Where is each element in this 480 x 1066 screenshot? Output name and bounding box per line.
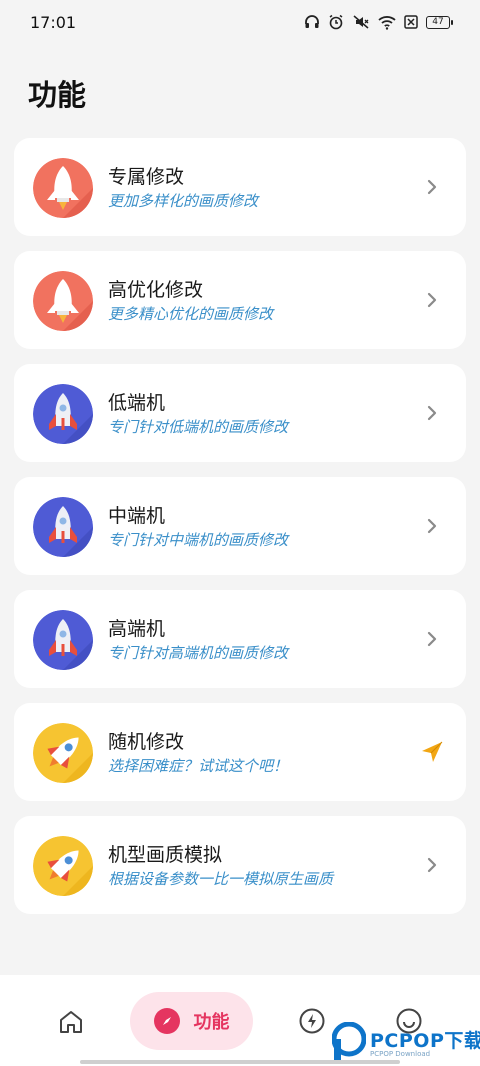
card-high-end[interactable]: 高端机 专门针对高端机的画质修改 <box>14 590 466 688</box>
card-title: 中端机 <box>108 505 166 527</box>
card-text: 随机修改 选择困难症？试试这个吧！ <box>108 729 288 777</box>
card-subtitle: 更多精心优化的画质修改 <box>108 305 274 323</box>
pcpop-logo-icon <box>331 1021 367 1062</box>
chevron-right-icon[interactable] <box>420 288 444 312</box>
nav-home[interactable] <box>57 1008 85 1040</box>
headphones-icon <box>304 14 320 30</box>
rocket-blue-icon <box>33 610 93 670</box>
card-subtitle: 更加多样化的画质修改 <box>108 192 259 210</box>
battery-icon: 47 <box>426 15 453 29</box>
card-text: 机型画质模拟 根据设备参数一比一模拟原生画质 <box>108 842 333 890</box>
card-title: 随机修改 <box>108 731 185 753</box>
rocket-yellow-icon <box>33 723 93 783</box>
nav-features[interactable]: 功能 <box>130 992 253 1050</box>
rocket-blue-icon <box>33 497 93 557</box>
chevron-right-icon[interactable] <box>420 514 444 538</box>
watermark-sub: PCPOP Download <box>370 1050 431 1058</box>
chevron-right-icon[interactable] <box>420 401 444 425</box>
card-exclusive-mod[interactable]: 专属修改 更加多样化的画质修改 <box>14 138 466 236</box>
nav-features-label: 功能 <box>193 1012 230 1033</box>
card-text: 高端机 专门针对高端机的画质修改 <box>108 616 288 664</box>
chevron-right-icon[interactable] <box>420 627 444 651</box>
status-bar: 17:01 47 <box>0 0 480 44</box>
alarm-icon <box>328 14 344 30</box>
card-title: 专属修改 <box>108 166 185 188</box>
card-title: 机型画质模拟 <box>108 844 223 866</box>
feature-list: 专属修改 更加多样化的画质修改 高优化修改 更多精心优化的画质修改 低端机 专门… <box>14 138 466 929</box>
card-subtitle: 专门针对中端机的画质修改 <box>108 531 289 549</box>
card-title: 高端机 <box>108 618 166 640</box>
rocket-red-icon <box>33 158 93 218</box>
bolt-icon <box>298 1008 326 1039</box>
chevron-right-icon[interactable] <box>420 853 444 877</box>
card-text: 专属修改 更加多样化的画质修改 <box>108 164 258 212</box>
card-low-end[interactable]: 低端机 专门针对低端机的画质修改 <box>14 364 466 462</box>
card-high-opt-mod[interactable]: 高优化修改 更多精心优化的画质修改 <box>14 251 466 349</box>
wifi-icon <box>378 15 396 30</box>
send-arrow-icon[interactable] <box>420 740 444 764</box>
card-mid-end[interactable]: 中端机 专门针对中端机的画质修改 <box>14 477 466 575</box>
card-text: 高优化修改 更多精心优化的画质修改 <box>108 277 273 325</box>
card-subtitle: 选择困难症？试试这个吧！ <box>108 757 289 775</box>
home-icon <box>57 1011 85 1040</box>
screen: 17:01 47 功能 专属修改 更加多样化的画质修改 高优化修改 更多精心优化… <box>0 0 480 1066</box>
card-title: 高优化修改 <box>108 279 204 301</box>
watermark-text: PCPOP下载 <box>370 1030 480 1052</box>
chevron-right-icon[interactable] <box>420 175 444 199</box>
card-random-mod[interactable]: 随机修改 选择困难症？试试这个吧！ <box>14 703 466 801</box>
mute-icon <box>352 14 370 30</box>
card-subtitle: 专门针对高端机的画质修改 <box>108 644 289 662</box>
sim-off-icon <box>404 15 418 29</box>
card-subtitle: 专门针对低端机的画质修改 <box>108 418 289 436</box>
status-icons: 47 <box>304 14 453 30</box>
nav-boost[interactable] <box>298 1007 326 1039</box>
card-model-simulation[interactable]: 机型画质模拟 根据设备参数一比一模拟原生画质 <box>14 816 466 914</box>
card-title: 低端机 <box>108 392 166 414</box>
page-title: 功能 <box>28 78 87 112</box>
rocket-red-icon <box>33 271 93 331</box>
compass-icon <box>153 1008 180 1034</box>
card-text: 中端机 专门针对中端机的画质修改 <box>108 503 288 551</box>
home-indicator <box>80 1060 400 1064</box>
status-time: 17:01 <box>30 12 77 32</box>
rocket-blue-icon <box>33 384 93 444</box>
card-subtitle: 根据设备参数一比一模拟原生画质 <box>108 870 334 888</box>
card-text: 低端机 专门针对低端机的画质修改 <box>108 390 288 438</box>
rocket-yellow-icon <box>33 836 93 896</box>
